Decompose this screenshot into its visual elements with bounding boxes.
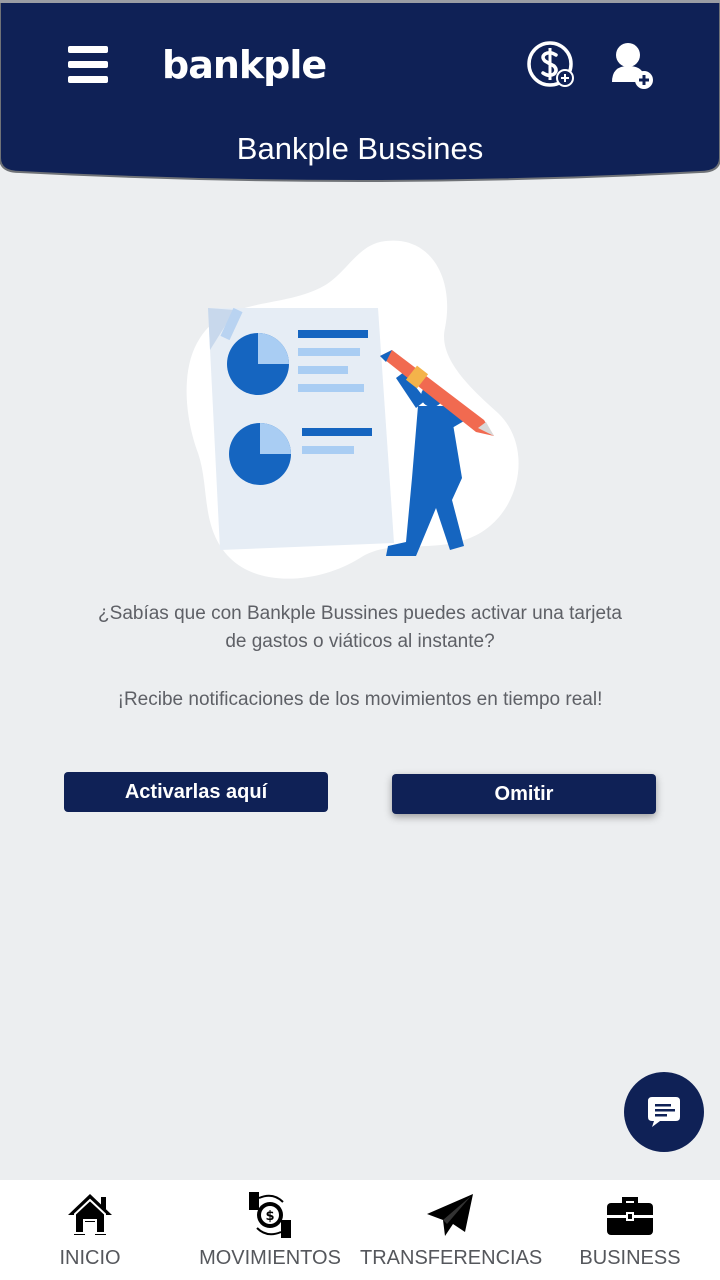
user-add-icon	[612, 43, 653, 89]
skip-button[interactable]: Omitir	[392, 774, 656, 814]
promo-message-line1: ¿Sabías que con Bankple Bussines puedes …	[98, 603, 622, 624]
bottom-navigation: INICIO $ MOVIMIENTOS TRANSFERENCIAS BUSI…	[0, 1180, 720, 1280]
menu-button[interactable]	[66, 44, 110, 84]
nav-item-movimientos[interactable]: $ MOVIMIENTOS	[180, 1180, 360, 1280]
svg-text:$: $	[265, 1209, 274, 1224]
business-promo-screen: bankple Bankple Bussines ¿Sabías que con…	[0, 0, 720, 1280]
promo-secondary-message: ¡Recibe notificaciones de los movimiento…	[117, 689, 603, 710]
briefcase-icon	[607, 1197, 653, 1235]
nav-item-transferencias[interactable]: TRANSFERENCIAS	[360, 1180, 543, 1280]
promo-message: ¿Sabías que con Bankple Bussines puedes …	[90, 600, 630, 656]
page-title: Bankple Bussines	[236, 131, 484, 166]
nav-item-inicio[interactable]: INICIO	[0, 1180, 180, 1280]
nav-label-business: BUSINESS	[579, 1247, 681, 1269]
business-report-illustration	[180, 238, 540, 588]
status-divider	[0, 0, 720, 3]
add-user-button[interactable]	[606, 40, 658, 92]
app-header: bankple Bankple Bussines	[0, 0, 720, 184]
home-icon	[68, 1194, 112, 1235]
nav-label-movimientos: MOVIMIENTOS	[199, 1247, 341, 1269]
nav-item-business[interactable]: BUSINESS	[540, 1180, 720, 1280]
add-money-button[interactable]	[526, 40, 578, 92]
activate-button[interactable]: Activarlas aquí	[64, 772, 328, 812]
chat-icon	[648, 1097, 680, 1127]
paper-plane-icon	[427, 1194, 473, 1236]
logo-text: bankple	[162, 43, 327, 87]
money-exchange-icon: $	[249, 1192, 291, 1238]
dollar-add-icon	[527, 41, 574, 87]
bankple-logo: bankple	[162, 42, 327, 88]
nav-label-transferencias: TRANSFERENCIAS	[360, 1247, 543, 1269]
promo-message-line2: de gastos o viáticos al instante?	[225, 631, 495, 652]
nav-label-inicio: INICIO	[59, 1247, 121, 1269]
chat-button[interactable]	[624, 1072, 704, 1152]
menu-icon	[68, 46, 108, 53]
